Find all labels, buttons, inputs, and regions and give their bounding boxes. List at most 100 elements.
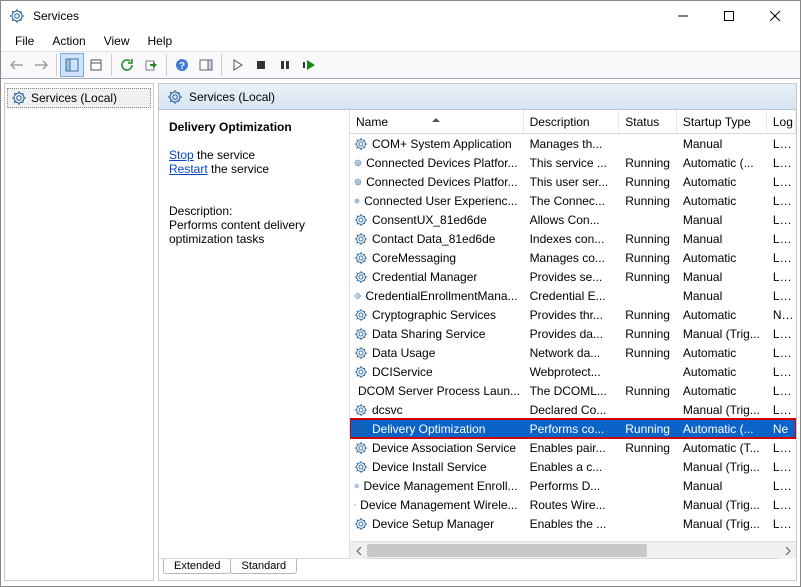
svc-startup: Manual <box>677 137 767 151</box>
svc-desc: This user ser... <box>524 175 620 189</box>
svc-name: ConsentUX_81ed6de <box>372 213 487 227</box>
properties-button[interactable] <box>84 53 108 77</box>
col-log-on-as[interactable]: Log <box>767 110 796 133</box>
table-row[interactable]: Device Install ServiceEnables a c...Manu… <box>350 457 796 476</box>
scroll-left-button[interactable] <box>350 542 367 559</box>
svc-startup: Manual <box>677 289 767 303</box>
restart-link[interactable]: Restart <box>169 162 208 176</box>
svc-desc: The DCOML... <box>524 384 620 398</box>
svc-name: Device Setup Manager <box>372 517 494 531</box>
refresh-button[interactable] <box>115 53 139 77</box>
service-icon <box>354 289 361 303</box>
table-row[interactable]: CoreMessagingManages co...RunningAutomat… <box>350 248 796 267</box>
table-row[interactable]: DCIServiceWebprotect...AutomaticLoc <box>350 362 796 381</box>
menu-action[interactable]: Action <box>44 32 93 50</box>
service-icon <box>354 175 362 189</box>
svc-startup: Automatic (... <box>677 422 767 436</box>
table-row[interactable]: ConsentUX_81ed6deAllows Con...ManualLoc <box>350 210 796 229</box>
help-button[interactable]: ? <box>170 53 194 77</box>
svc-name: Device Management Enroll... <box>363 479 517 493</box>
action-pane-button[interactable] <box>194 53 218 77</box>
table-row[interactable]: Connected User Experienc...The Connec...… <box>350 191 796 210</box>
svc-name: Data Usage <box>372 346 435 360</box>
table-row[interactable]: Connected Devices Platfor... This user se… <box>350 172 796 191</box>
menu-help[interactable]: Help <box>140 32 181 50</box>
svc-logon: Loc <box>767 289 796 303</box>
svc-logon: Ne <box>767 422 796 436</box>
table-row[interactable]: Delivery OptimizationPerforms co...Runni… <box>350 419 796 438</box>
table-row[interactable]: Credential ManagerProvides se...RunningM… <box>350 267 796 286</box>
col-name[interactable]: Name <box>350 110 524 133</box>
table-row[interactable]: Connected Devices Platfor...This service… <box>350 153 796 172</box>
svc-name: dcsvc <box>372 403 403 417</box>
service-icon <box>354 137 368 151</box>
svc-logon: Loc <box>767 232 796 246</box>
table-row[interactable]: Cryptographic ServicesProvides thr...Run… <box>350 305 796 324</box>
panel-header: Services (Local) <box>159 84 796 110</box>
svc-name: Connected Devices Platfor... <box>366 175 517 189</box>
horizontal-scrollbar[interactable] <box>350 541 796 558</box>
table-row[interactable]: Data UsageNetwork da...RunningAutomaticL… <box>350 343 796 362</box>
svc-logon: Loc <box>767 213 796 227</box>
table-row[interactable]: Contact Data_81ed6deIndexes con...Runnin… <box>350 229 796 248</box>
scroll-right-button[interactable] <box>779 542 796 559</box>
menu-view[interactable]: View <box>96 32 138 50</box>
nav-back-button[interactable] <box>5 53 29 77</box>
console-tree[interactable]: Services (Local) <box>4 83 154 581</box>
svc-name: DCIService <box>372 365 433 379</box>
menu-file[interactable]: File <box>7 32 42 50</box>
description-text: Performs content delivery optimization t… <box>169 218 341 246</box>
svc-status: Running <box>619 327 677 341</box>
stop-button[interactable] <box>249 53 273 77</box>
svc-name: Device Management Wirele... <box>360 498 517 512</box>
panel-icon <box>167 89 183 105</box>
scroll-thumb[interactable] <box>367 544 647 557</box>
svc-status: Running <box>619 441 677 455</box>
svc-startup: Automatic <box>677 384 767 398</box>
table-row[interactable]: Device Setup ManagerEnables the ...Manua… <box>350 514 796 533</box>
table-row[interactable]: CredentialEnrollmentMana...Credential E.… <box>350 286 796 305</box>
svc-logon: Loc <box>767 327 796 341</box>
svc-desc: Enables pair... <box>524 441 620 455</box>
svc-logon: Loc <box>767 251 796 265</box>
service-list[interactable]: COM+ System ApplicationManages th...Manu… <box>350 134 796 541</box>
col-status[interactable]: Status <box>619 110 677 133</box>
svc-desc: Credential E... <box>524 289 620 303</box>
service-icon <box>354 517 368 531</box>
table-row[interactable]: dcsvcDeclared Co...Manual (Trig...Loc <box>350 400 796 419</box>
tree-item-services-local[interactable]: Services (Local) <box>7 88 151 108</box>
svc-name: Device Install Service <box>372 460 487 474</box>
close-button[interactable] <box>752 1 798 31</box>
svc-desc: Indexes con... <box>524 232 620 246</box>
service-icon <box>354 308 368 322</box>
play-button[interactable] <box>225 53 249 77</box>
service-icon <box>354 460 368 474</box>
restart-toolbar-button[interactable] <box>297 53 321 77</box>
minimize-button[interactable] <box>660 1 706 31</box>
table-row[interactable]: Data Sharing ServiceProvides da...Runnin… <box>350 324 796 343</box>
pause-button[interactable] <box>273 53 297 77</box>
svc-logon: Loc <box>767 441 796 455</box>
description-label: Description: <box>169 204 341 218</box>
table-row[interactable]: Device Management Enroll...Performs D...… <box>350 476 796 495</box>
maximize-button[interactable] <box>706 1 752 31</box>
tab-standard[interactable]: Standard <box>230 559 297 574</box>
table-row[interactable]: DCOM Server Process Laun...The DCOML...R… <box>350 381 796 400</box>
svc-startup: Automatic <box>677 194 767 208</box>
svc-startup: Automatic <box>677 251 767 265</box>
nav-forward-button[interactable] <box>29 53 53 77</box>
tab-extended[interactable]: Extended <box>163 559 231 574</box>
col-description[interactable]: Description <box>524 110 620 133</box>
svc-desc: Enables the ... <box>524 517 620 531</box>
table-row[interactable]: Device Association ServiceEnables pair..… <box>350 438 796 457</box>
table-row[interactable]: Device Management Wirele...Routes Wire..… <box>350 495 796 514</box>
svc-name: Data Sharing Service <box>372 327 485 341</box>
panel-title: Services (Local) <box>189 90 275 104</box>
export-button[interactable] <box>139 53 163 77</box>
svc-logon: Loc <box>767 270 796 284</box>
col-startup-type[interactable]: Startup Type <box>677 110 767 133</box>
show-hide-tree-button[interactable] <box>60 53 84 77</box>
stop-link[interactable]: Stop <box>169 148 194 162</box>
table-row[interactable]: COM+ System ApplicationManages th...Manu… <box>350 134 796 153</box>
title-bar: Services <box>1 1 800 31</box>
